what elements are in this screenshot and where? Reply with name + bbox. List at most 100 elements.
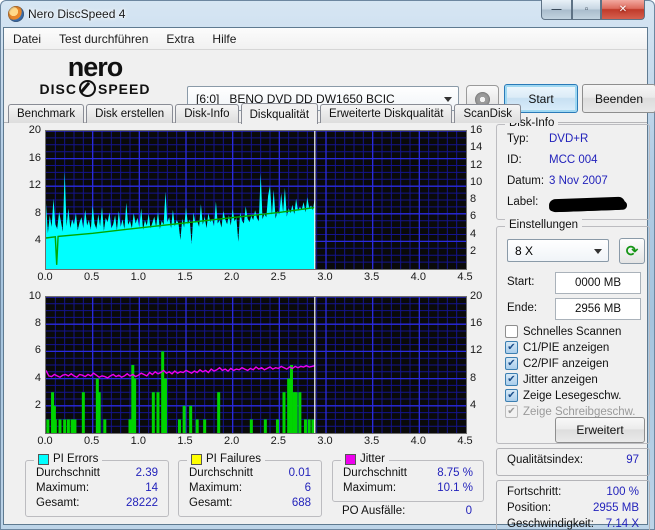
quality-index-label: Qualitätsindex: bbox=[507, 454, 583, 466]
checkbox-box: ✔ bbox=[505, 341, 518, 354]
jitter-swatch-icon bbox=[345, 454, 356, 465]
tab-strip: Benchmark Disk erstellen Disk-Info Diskq… bbox=[8, 100, 523, 123]
window-title: Nero DiscSpeed 4 bbox=[28, 7, 125, 21]
checkbox-box: ✔ bbox=[505, 405, 518, 418]
refresh-button[interactable]: ⟳ bbox=[619, 238, 645, 264]
axis-tick: 10 bbox=[470, 176, 496, 188]
checkbox-label: C2/PIF anzeigen bbox=[523, 358, 609, 370]
stat-label: Maximum: bbox=[343, 482, 396, 494]
logo-nero-text: nero bbox=[20, 54, 170, 80]
disk-date-value: 3 Nov 2007 bbox=[549, 175, 608, 187]
axis-tick: 4 bbox=[15, 372, 41, 384]
tab-erweiterte-diskqualitaet[interactable]: Erweiterte Diskqualität bbox=[320, 104, 452, 123]
checkbox-zeige-lesegeschw[interactable]: ✔ Zeige Lesegeschw. bbox=[505, 389, 621, 402]
axis-tick: 2.0 bbox=[218, 271, 246, 283]
checkbox-jitter[interactable]: ✔Jitter anzeigen bbox=[505, 373, 598, 386]
checkbox-schnelles-scannen[interactable]: Schnelles Scannen bbox=[505, 325, 621, 338]
minimize-button[interactable]: — bbox=[541, 0, 572, 20]
axis-tick: 1.0 bbox=[124, 271, 152, 283]
checkbox-c2-pif[interactable]: ✔C2/PIF anzeigen bbox=[505, 357, 609, 370]
axis-tick: 8 bbox=[15, 207, 41, 219]
axis-tick: 12 bbox=[470, 344, 496, 356]
stat-value: 10.1 % bbox=[437, 482, 473, 494]
pi-errors-swatch-icon bbox=[38, 454, 49, 465]
axis-tick: 4 bbox=[470, 228, 496, 240]
stat-value: 8.75 % bbox=[437, 467, 473, 479]
pi-errors-stats-panel: PI Errors Durchschnitt2.39 Maximum:14 Ge… bbox=[25, 460, 169, 517]
progress-panel: Fortschritt:100 % Position:2955 MB Gesch… bbox=[496, 480, 650, 530]
menu-extra[interactable]: Extra bbox=[157, 30, 203, 48]
title-bar[interactable]: Nero DiscSpeed 4 — ▫ ✕ bbox=[0, 0, 655, 28]
axis-tick: 6 bbox=[15, 344, 41, 356]
position-value: 2955 MB bbox=[593, 502, 639, 514]
app-window: Nero DiscSpeed 4 — ▫ ✕ Datei Test durchf… bbox=[0, 0, 655, 530]
scan-end-value: 2956 MB bbox=[575, 303, 621, 315]
axis-tick: 6 bbox=[470, 210, 496, 222]
stat-label: Maximum: bbox=[189, 482, 242, 494]
settings-panel: Einstellungen 8 X ⟳ Start: 0000 MB Ende:… bbox=[496, 226, 650, 444]
checkbox-label: Schnelles Scannen bbox=[523, 326, 621, 338]
axis-tick: 4.0 bbox=[404, 271, 432, 283]
axis-tick: 0.5 bbox=[78, 435, 106, 447]
label-value-redacted bbox=[549, 197, 625, 213]
jitter-legend: Jitter bbox=[360, 453, 385, 465]
speed-selector[interactable]: 8 X bbox=[507, 239, 609, 262]
stat-value: 0.01 bbox=[289, 467, 311, 479]
pi-failures-legend: PI Failures bbox=[206, 453, 261, 465]
checkbox-label: Zeige Lesegeschw. bbox=[523, 390, 621, 402]
axis-tick: 0.5 bbox=[78, 271, 106, 283]
quality-index-value: 97 bbox=[626, 454, 639, 466]
po-failures-value: 0 bbox=[466, 505, 472, 517]
stat-value: 2.39 bbox=[136, 467, 158, 479]
quit-button[interactable]: Beenden bbox=[582, 84, 655, 113]
menu-test-durchfuehren[interactable]: Test durchführen bbox=[50, 30, 157, 48]
pi-failures-stats-panel: PI Failures Durchschnitt0.01 Maximum:6 G… bbox=[178, 460, 322, 517]
close-button[interactable]: ✕ bbox=[601, 0, 645, 20]
tab-scandisk[interactable]: ScanDisk bbox=[454, 104, 521, 123]
tab-disk-erstellen[interactable]: Disk erstellen bbox=[86, 104, 173, 123]
maximize-button[interactable]: ▫ bbox=[572, 0, 601, 20]
axis-tick: 12 bbox=[15, 179, 41, 191]
axis-tick: 0.0 bbox=[31, 271, 59, 283]
menu-hilfe[interactable]: Hilfe bbox=[203, 30, 245, 48]
axis-tick: 1.5 bbox=[171, 271, 199, 283]
scan-start-field[interactable]: 0000 MB bbox=[555, 272, 641, 294]
axis-tick: 16 bbox=[470, 124, 496, 136]
scan-end-field[interactable]: 2956 MB bbox=[555, 298, 641, 320]
checkbox-box: ✔ bbox=[505, 389, 518, 402]
pi-failures-jitter-chart bbox=[45, 296, 467, 434]
axis-tick: 4.5 bbox=[451, 435, 479, 447]
tab-benchmark[interactable]: Benchmark bbox=[8, 104, 84, 123]
pi-failures-swatch-icon bbox=[191, 454, 202, 465]
jitter-stats-panel: Jitter Durchschnitt8.75 % Maximum:10.1 % bbox=[332, 460, 484, 502]
disk-type-value: DVD+R bbox=[549, 133, 588, 145]
axis-tick: 10 bbox=[15, 290, 41, 302]
po-failures-label: PO Ausfälle: bbox=[342, 505, 405, 517]
stat-value: 6 bbox=[305, 482, 311, 494]
pi-errors-chart bbox=[45, 130, 467, 270]
axis-tick: 3.0 bbox=[311, 435, 339, 447]
axis-tick: 8 bbox=[470, 372, 496, 384]
stat-label: Durchschnitt bbox=[36, 467, 100, 479]
disk-id-value: MCC 004 bbox=[549, 154, 598, 166]
checkbox-c1-pie[interactable]: ✔C1/PIE anzeigen bbox=[505, 341, 609, 354]
menu-datei[interactable]: Datei bbox=[4, 30, 50, 48]
axis-tick: 12 bbox=[470, 159, 496, 171]
tab-diskqualitaet[interactable]: Diskqualität bbox=[241, 103, 318, 124]
advanced-button[interactable]: Erweitert bbox=[555, 417, 645, 443]
axis-tick: 20 bbox=[15, 124, 41, 136]
disc-logo-icon bbox=[79, 80, 96, 97]
tab-disk-info[interactable]: Disk-Info bbox=[175, 104, 238, 123]
axis-tick: 16 bbox=[15, 152, 41, 164]
stat-label: Gesamt: bbox=[36, 497, 79, 509]
scan-start-label: Start: bbox=[507, 276, 534, 288]
quality-index-panel: Qualitätsindex: 97 bbox=[496, 448, 650, 476]
chevron-down-icon bbox=[594, 249, 602, 254]
axis-tick: 2.5 bbox=[264, 271, 292, 283]
axis-tick: 20 bbox=[470, 290, 496, 302]
scan-start-value: 0000 MB bbox=[575, 277, 621, 289]
menu-bar: Datei Test durchführen Extra Hilfe bbox=[4, 28, 647, 50]
nero-discspeed-logo: nero DISC SPEED bbox=[20, 54, 170, 97]
axis-tick: 4.0 bbox=[404, 435, 432, 447]
speed-selector-value: 8 X bbox=[515, 244, 533, 258]
